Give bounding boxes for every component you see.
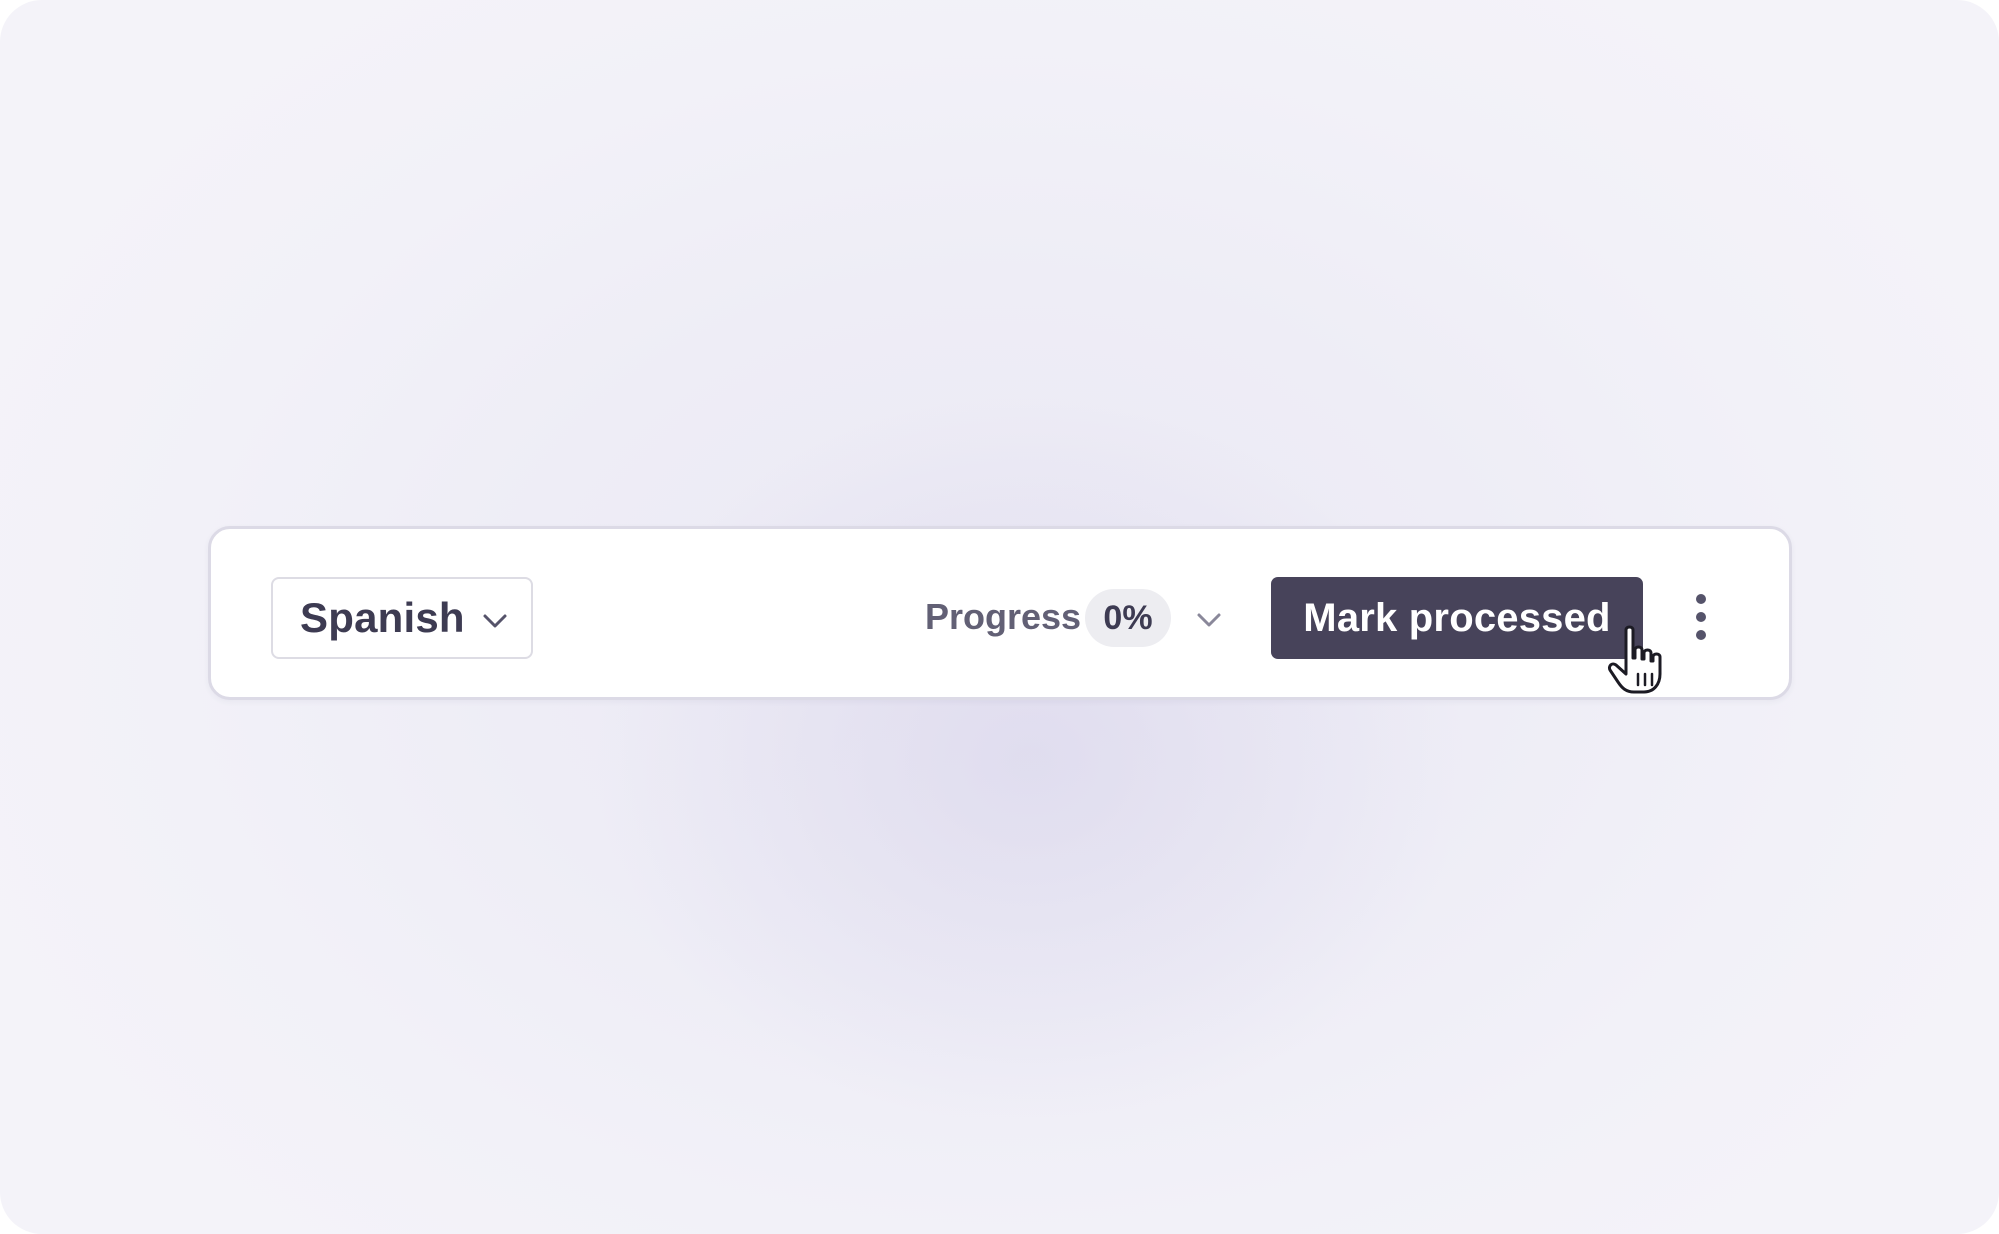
mark-processed-button[interactable]: Mark processed: [1271, 577, 1643, 659]
more-options-button[interactable]: [1687, 591, 1715, 647]
canvas-background: Spanish Progress 0% Mark processed: [0, 0, 1999, 1234]
chevron-down-icon: [483, 614, 507, 628]
document-toolbar: Spanish Progress 0% Mark processed: [208, 526, 1792, 700]
progress-label: Progress: [925, 596, 1082, 637]
language-select[interactable]: Spanish: [271, 577, 533, 659]
language-select-value: Spanish: [300, 594, 465, 641]
more-vertical-icon: [1696, 594, 1706, 640]
progress-value-badge: 0%: [1085, 589, 1171, 647]
mark-processed-button-label: Mark processed: [1303, 595, 1611, 640]
progress-dropdown-toggle[interactable]: [1191, 601, 1227, 637]
chevron-down-icon: [1197, 613, 1221, 627]
